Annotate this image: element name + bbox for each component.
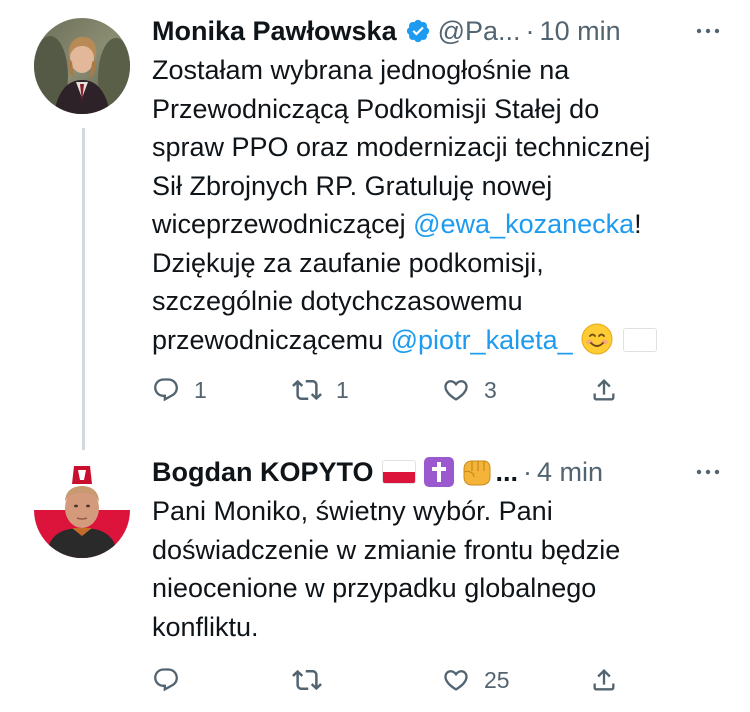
- timestamp[interactable]: 4 min: [537, 457, 603, 488]
- tweet-text-line: Dziękuję za zaufanie podkomisji,: [152, 247, 544, 278]
- tweet-text: Pani Moniko, świetny wybór. Pani doświad…: [152, 492, 712, 646]
- tweet-text-line: szczególnie dotychczasowemu: [152, 286, 523, 316]
- avatar[interactable]: [34, 18, 130, 114]
- reply-icon: [152, 376, 180, 404]
- mention-link[interactable]: @ewa_kozanecka: [413, 209, 634, 239]
- like-button[interactable]: 3: [442, 370, 497, 410]
- more-icon[interactable]: [696, 455, 720, 489]
- tweet-text-line: nieocenione w przypadku globalnego: [152, 573, 597, 603]
- tweet-actions: 25: [152, 660, 622, 700]
- like-icon: [442, 376, 470, 404]
- tweet-header: Bogdan KOPYTO ... · 4 min: [152, 455, 726, 489]
- tweet-text-line: konfliktu.: [152, 611, 259, 642]
- reply-icon: [152, 666, 180, 694]
- tweet-text-line: Pani Moniko, świetny wybór. Pani: [152, 496, 553, 526]
- reply-button[interactable]: [152, 660, 194, 700]
- retweet-count: 1: [336, 376, 349, 403]
- like-button[interactable]: 25: [442, 660, 510, 700]
- tweet-actions: 1 1 3: [152, 370, 622, 410]
- text-fragment: przewodniczącemu: [152, 324, 391, 355]
- text-fragment: !: [634, 209, 642, 239]
- tweet-text-line: doświadczenie w zmianie frontu będzie: [152, 534, 621, 565]
- tweet-header: Monika Pawłowska @Pa... · 10 min: [152, 14, 726, 48]
- separator-dot: ·: [525, 15, 535, 46]
- tweet-text-line: przewodniczącemu @piotr_kaleta_: [152, 321, 712, 360]
- share-icon: [590, 376, 618, 404]
- tweet-text: Zostałam wybrana jednogłośnie na Przewod…: [152, 51, 712, 359]
- author-name[interactable]: Bogdan KOPYTO: [152, 457, 374, 488]
- retweet-button[interactable]: [292, 660, 336, 700]
- timestamp[interactable]: 10 min: [540, 16, 621, 47]
- tweet-text-line: Przewodniczącą Podkomisji Stałej do: [152, 93, 600, 124]
- name-truncation: ...: [495, 456, 519, 487]
- reply-button[interactable]: 1: [152, 370, 207, 410]
- poland-flag-emoji: [622, 327, 657, 352]
- like-count: 3: [484, 376, 497, 403]
- like-count: 25: [484, 666, 510, 693]
- share-icon: [590, 666, 618, 694]
- tweet-text-line: spraw PPO oraz modernizacji technicznej: [152, 132, 651, 162]
- separator-dot: ·: [523, 456, 533, 487]
- avatar[interactable]: [34, 462, 130, 558]
- tweet-text-line: Sił Zbrojnych RP. Gratuluję nowej: [152, 170, 553, 201]
- like-icon: [442, 666, 470, 694]
- text-fragment: wiceprzewodniczącej: [152, 209, 414, 239]
- tweet-monika[interactable]: Monika Pawłowska @Pa... · 10 min Została…: [0, 0, 750, 440]
- share-button[interactable]: [590, 660, 618, 700]
- more-icon[interactable]: [696, 14, 720, 48]
- tweet-text-line: wiceprzewodniczącej @ewa_kozanecka!: [152, 205, 712, 244]
- retweet-icon: [292, 665, 322, 695]
- smiling-face-emoji: [581, 323, 613, 355]
- author-name[interactable]: Monika Pawłowska: [152, 16, 397, 47]
- reply-count: 1: [194, 376, 207, 403]
- author-handle[interactable]: @Pa...: [438, 16, 521, 47]
- tweet-text-line: Zostałam wybrana jednogłośnie na: [152, 55, 570, 85]
- mention-link[interactable]: @piotr_kaleta_: [391, 325, 573, 355]
- retweet-icon: [292, 375, 322, 405]
- latin-cross-emoji: [423, 457, 454, 487]
- verified-badge-icon: [405, 18, 431, 44]
- share-button[interactable]: [590, 370, 618, 410]
- poland-flag-emoji: [381, 460, 416, 484]
- retweet-button[interactable]: 1: [292, 370, 349, 410]
- fist-emoji: [460, 457, 492, 487]
- tweet-bogdan[interactable]: Bogdan KOPYTO ... · 4 min Pani Moniko, ś…: [0, 440, 750, 712]
